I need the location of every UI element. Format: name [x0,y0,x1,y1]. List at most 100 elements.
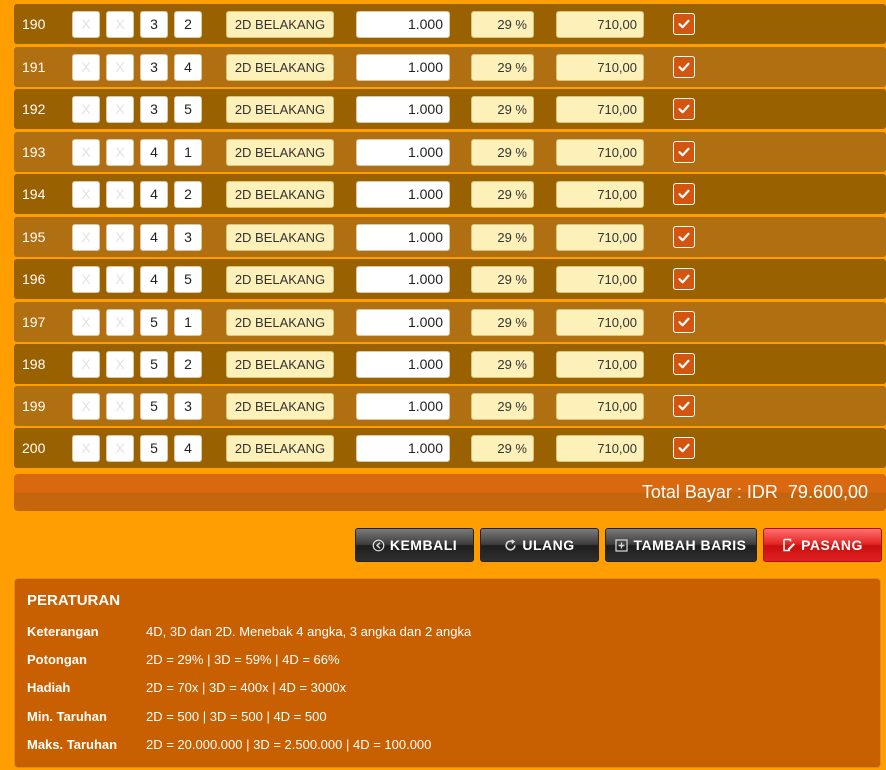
pay-amount-field: 710,00 [556,139,644,166]
digit-input-2[interactable]: X [106,139,134,166]
discount-field: 29 % [471,309,534,336]
bet-type-field: 2D BELAKANG [226,224,334,251]
discount-field: 29 % [471,96,534,123]
row-checkbox[interactable] [673,226,695,248]
row-number: 200 [22,440,46,456]
pay-amount-field: 710,00 [556,435,644,462]
digit-input-3[interactable]: 5 [140,351,168,378]
digit-input-4[interactable]: 1 [174,309,202,336]
row-checkbox[interactable] [673,268,695,290]
table-row: 199 X X 5 3 2D BELAKANG 1.000 29 % 710,00 [14,386,886,426]
reset-button[interactable]: ULANG [480,528,599,562]
row-checkbox[interactable] [673,98,695,120]
row-number: 198 [22,356,46,372]
digit-input-2[interactable]: X [106,181,134,208]
bet-amount-input[interactable]: 1.000 [356,351,450,378]
bet-amount-input[interactable]: 1.000 [356,54,450,81]
digit-input-3[interactable]: 3 [140,11,168,38]
rule-value: 2D = 500 | 3D = 500 | 4D = 500 [146,709,327,724]
digit-input-2[interactable]: X [106,351,134,378]
bet-amount-input[interactable]: 1.000 [356,224,450,251]
checkmark-icon [678,147,690,157]
digit-input-4[interactable]: 2 [174,181,202,208]
digit-input-3[interactable]: 5 [140,435,168,462]
checkmark-icon [678,401,690,411]
checkmark-icon [678,317,690,327]
digit-input-3[interactable]: 4 [140,181,168,208]
row-checkbox[interactable] [673,56,695,78]
digit-input-2[interactable]: X [106,393,134,420]
checkmark-icon [678,19,690,29]
row-checkbox[interactable] [673,437,695,459]
row-checkbox[interactable] [673,311,695,333]
bet-amount-input[interactable]: 1.000 [356,266,450,293]
digit-input-2[interactable]: X [106,309,134,336]
circle-arrow-left-icon [372,539,385,551]
digit-input-1[interactable]: X [72,351,100,378]
bet-amount-input[interactable]: 1.000 [356,309,450,336]
back-button-label: KEMBALI [389,537,458,553]
digit-input-2[interactable]: X [106,54,134,81]
digit-input-3[interactable]: 4 [140,224,168,251]
digit-input-4[interactable]: 5 [174,266,202,293]
row-checkbox[interactable] [673,353,695,375]
digit-input-1[interactable]: X [72,309,100,336]
table-row: 197 X X 5 1 2D BELAKANG 1.000 29 % 710,00 [14,302,886,342]
row-number: 192 [22,101,46,117]
table-row: 200 X X 5 4 2D BELAKANG 1.000 29 % 710,00 [14,428,886,468]
digit-input-3[interactable]: 5 [140,309,168,336]
total-value: IDR 79.600,00 [746,482,868,502]
submit-bet-button[interactable]: PASANG [763,528,882,562]
digit-input-4[interactable]: 4 [174,54,202,81]
reset-button-label: ULANG [522,537,575,553]
bet-amount-input[interactable]: 1.000 [356,181,450,208]
digit-input-1[interactable]: X [72,139,100,166]
digit-input-1[interactable]: X [72,224,100,251]
bet-type-field: 2D BELAKANG [226,181,334,208]
digit-input-2[interactable]: X [106,435,134,462]
add-row-button[interactable]: TAMBAH BARIS [605,528,757,562]
digit-input-2[interactable]: X [106,266,134,293]
digit-input-1[interactable]: X [72,266,100,293]
row-number: 195 [22,229,46,245]
digit-input-1[interactable]: X [72,11,100,38]
digit-input-1[interactable]: X [72,96,100,123]
pay-amount-field: 710,00 [556,266,644,293]
bet-amount-input[interactable]: 1.000 [356,11,450,38]
digit-input-2[interactable]: X [106,96,134,123]
bet-amount-input[interactable]: 1.000 [356,96,450,123]
digit-input-1[interactable]: X [72,181,100,208]
digit-input-4[interactable]: 1 [174,139,202,166]
digit-input-4[interactable]: 2 [174,351,202,378]
digit-input-4[interactable]: 5 [174,96,202,123]
pay-amount-field: 710,00 [556,11,644,38]
discount-field: 29 % [471,139,534,166]
digit-input-1[interactable]: X [72,54,100,81]
discount-field: 29 % [471,224,534,251]
table-row: 195 X X 4 3 2D BELAKANG 1.000 29 % 710,00 [14,217,886,257]
digit-input-4[interactable]: 2 [174,11,202,38]
bet-amount-input[interactable]: 1.000 [356,139,450,166]
digit-input-4[interactable]: 4 [174,435,202,462]
bet-amount-input[interactable]: 1.000 [356,435,450,462]
digit-input-1[interactable]: X [72,435,100,462]
bet-amount-input[interactable]: 1.000 [356,393,450,420]
digit-input-2[interactable]: X [106,11,134,38]
digit-input-3[interactable]: 4 [140,266,168,293]
row-checkbox[interactable] [673,395,695,417]
digit-input-3[interactable]: 3 [140,54,168,81]
digit-input-3[interactable]: 3 [140,96,168,123]
row-checkbox[interactable] [673,141,695,163]
row-checkbox[interactable] [673,13,695,35]
digit-input-3[interactable]: 4 [140,139,168,166]
digit-input-3[interactable]: 5 [140,393,168,420]
row-checkbox[interactable] [673,183,695,205]
digit-input-2[interactable]: X [106,224,134,251]
digit-input-4[interactable]: 3 [174,224,202,251]
pay-amount-field: 710,00 [556,393,644,420]
digit-input-1[interactable]: X [72,393,100,420]
digit-input-4[interactable]: 3 [174,393,202,420]
table-row: 192 X X 3 5 2D BELAKANG 1.000 29 % 710,00 [14,89,886,129]
back-button[interactable]: KEMBALI [355,528,474,562]
checkmark-icon [678,274,690,284]
